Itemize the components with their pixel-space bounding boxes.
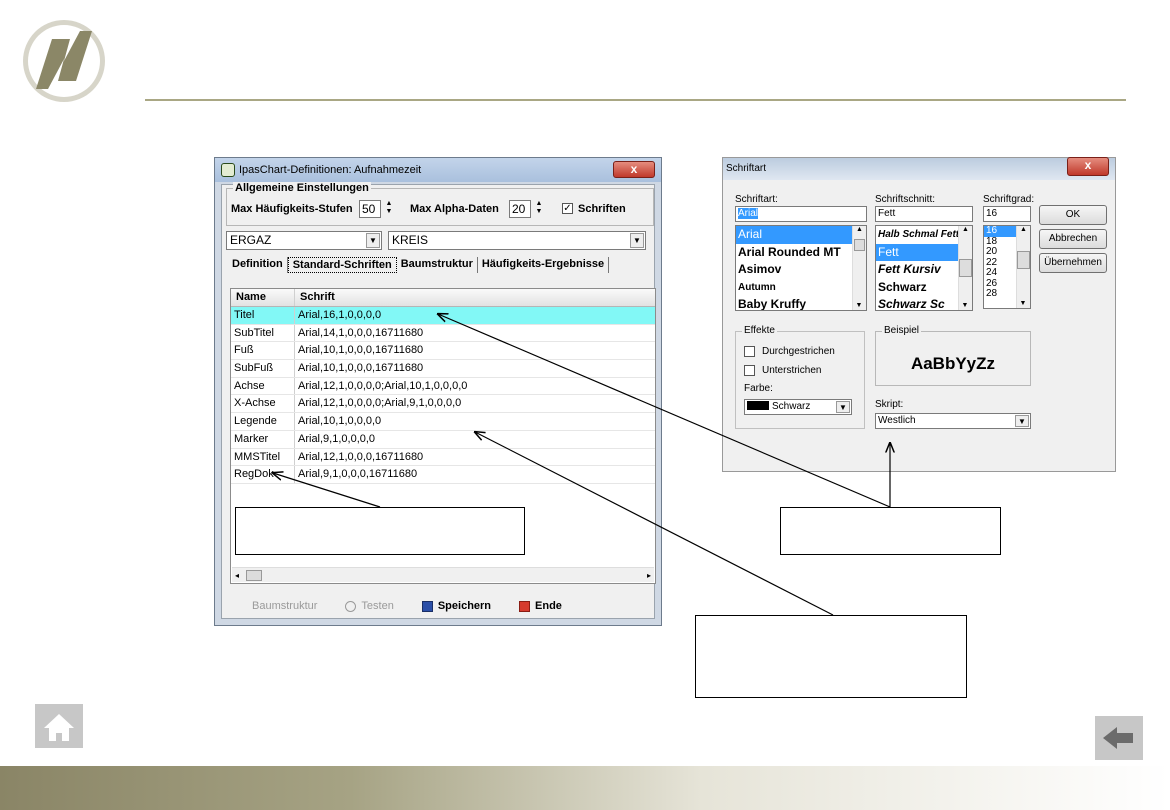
arrow-to-titel-font xyxy=(438,314,891,508)
back-button[interactable] xyxy=(1095,716,1143,760)
footer-gradient-bar xyxy=(0,766,1170,810)
annotation-arrows xyxy=(0,0,1170,616)
home-button[interactable] xyxy=(35,704,83,748)
back-arrow-icon xyxy=(1103,727,1133,749)
arrow-to-regdok xyxy=(273,473,381,508)
home-icon xyxy=(44,714,74,741)
